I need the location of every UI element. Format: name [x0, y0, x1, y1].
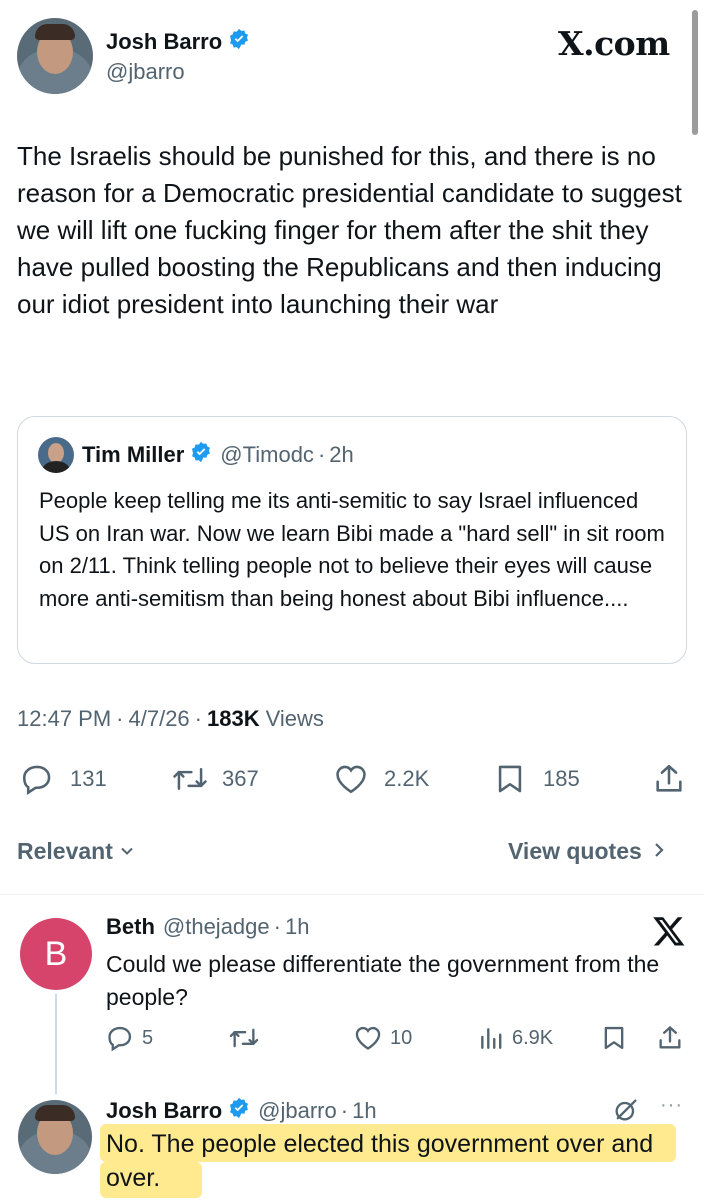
bookmark-action[interactable]: 185 — [493, 762, 580, 796]
reply-header: Beth @thejadge · 1h — [106, 914, 310, 940]
share-icon — [652, 762, 686, 796]
x-brand-logo: X.com — [558, 24, 670, 63]
repost-icon — [228, 1024, 260, 1052]
reply-author-avatar[interactable] — [18, 1100, 92, 1174]
share-button[interactable] — [652, 762, 686, 796]
more-options-icon[interactable]: ··· — [660, 1094, 683, 1117]
verified-badge-icon — [228, 1097, 250, 1124]
author-name[interactable]: Josh Barro — [106, 29, 222, 55]
reply-like-count: 10 — [390, 1026, 413, 1049]
reply-views-action[interactable]: 6.9K — [478, 1024, 553, 1052]
quoted-tweet-age: 2h — [329, 441, 354, 467]
author-block: Josh Barro @jbarro — [106, 28, 250, 85]
views-chart-icon — [478, 1024, 504, 1052]
author-avatar[interactable] — [17, 18, 93, 94]
reply-reply-count: 5 — [142, 1026, 154, 1049]
avatar-letter: B — [44, 934, 68, 973]
reply-avatar[interactable]: B — [20, 918, 92, 990]
reply-icon — [20, 762, 54, 796]
reply-bookmark-button[interactable] — [600, 1024, 628, 1052]
like-count: 2.2K — [384, 766, 430, 791]
repost-icon — [172, 762, 208, 796]
relevant-label: Relevant — [17, 838, 113, 864]
reply-reply-action[interactable]: 5 — [106, 1024, 153, 1052]
views-label: Views — [265, 706, 324, 731]
quoted-author-avatar — [38, 437, 74, 473]
reply-icon — [106, 1024, 134, 1052]
reply-author-name[interactable]: Josh Barro — [106, 1098, 222, 1124]
tweet-text: The Israelis should be punished for this… — [17, 141, 682, 319]
reply-share-button[interactable] — [656, 1024, 684, 1052]
repost-action[interactable]: 367 — [172, 762, 259, 796]
tweet-meta: 12:47 PM · 4/7/26 · 183K Views — [17, 706, 324, 732]
reply-like-action[interactable]: 10 — [352, 1024, 412, 1052]
share-icon — [656, 1024, 684, 1052]
reply-author-handle[interactable]: @jbarro — [258, 1098, 337, 1124]
reply-repost-action[interactable] — [228, 1024, 260, 1052]
reply-action[interactable]: 131 — [20, 762, 107, 796]
bookmark-icon — [600, 1024, 628, 1052]
chevron-down-icon — [119, 838, 135, 865]
reply-age: 1h — [284, 914, 310, 939]
author-handle[interactable]: @jbarro — [106, 59, 250, 85]
view-quotes-label: View quotes — [508, 838, 642, 864]
reply-author-handle[interactable]: @thejadge — [163, 914, 270, 940]
reply-author-name[interactable]: Beth — [106, 914, 155, 940]
bookmark-count: 185 — [543, 766, 580, 791]
divider — [0, 894, 704, 895]
quoted-author-handle: @Timodc — [220, 441, 314, 467]
scrollbar[interactable] — [692, 10, 698, 135]
chevron-right-icon — [652, 838, 666, 865]
reply-views-count: 6.9K — [512, 1026, 554, 1049]
thread-line — [55, 994, 57, 1094]
reply-text: No. The people elected this government o… — [106, 1130, 654, 1192]
quoted-author-name: Tim Miller — [82, 441, 185, 467]
reply-header: Josh Barro @jbarro · 1h — [106, 1097, 377, 1124]
tweet-date[interactable]: 4/7/26 — [129, 706, 190, 732]
heart-icon — [352, 1024, 384, 1052]
heart-icon — [332, 762, 370, 796]
view-quotes-link[interactable]: View quotes — [508, 838, 666, 865]
like-action[interactable]: 2.2K — [332, 762, 429, 796]
quoted-tweet-text: People keep telling me its anti-semitic … — [39, 488, 665, 611]
relevant-sort-dropdown[interactable]: Relevant — [17, 838, 135, 865]
views-count: 183K — [207, 706, 260, 731]
verified-badge-icon — [228, 28, 250, 55]
verified-badge-icon — [190, 441, 212, 468]
tweet-time[interactable]: 12:47 PM — [17, 706, 111, 732]
quoted-tweet-card[interactable]: Tim Miller @Timodc · 2h People keep tell… — [17, 416, 687, 664]
reply-count: 131 — [70, 766, 107, 791]
repost-count: 367 — [222, 766, 259, 791]
bookmark-icon — [493, 762, 527, 796]
reply-text: Could we please differentiate the govern… — [106, 951, 660, 1010]
reply-age: 1h — [352, 1097, 377, 1123]
